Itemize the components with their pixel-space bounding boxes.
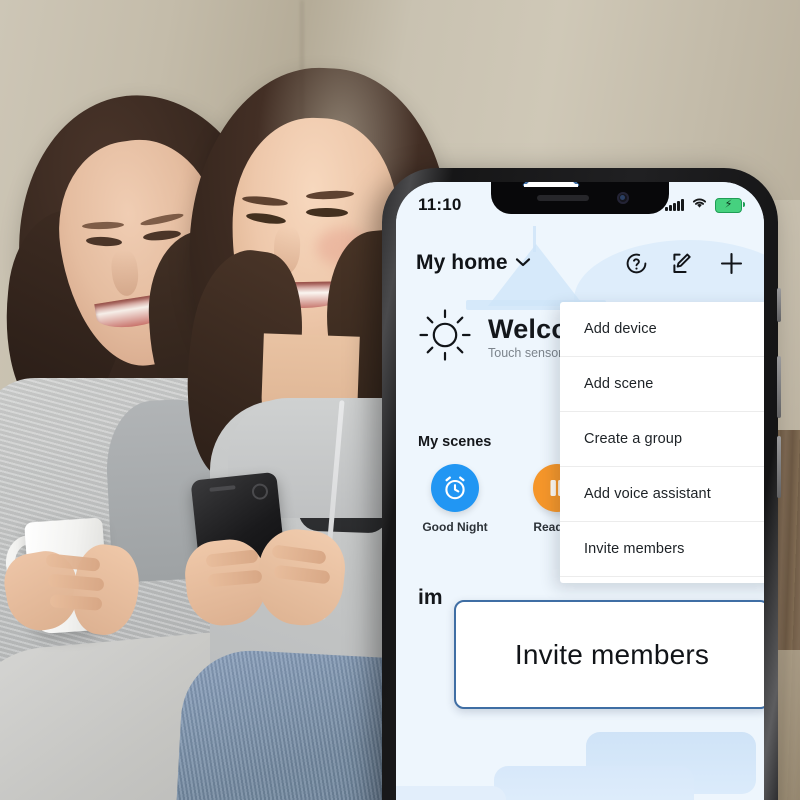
alarm-clock-icon — [431, 464, 479, 512]
sun-icon — [418, 308, 472, 367]
phone-screen: 11:10 ⚡ My home Welcome Touch sensor My … — [396, 182, 764, 800]
decor-card — [396, 786, 506, 800]
occluded-text: im — [418, 586, 443, 609]
phone-mockup: 11:10 ⚡ My home Welcome Touch sensor My … — [382, 168, 781, 800]
battery-charging-icon: ⚡ — [715, 197, 745, 213]
decor-card — [494, 766, 694, 800]
help-circle-icon[interactable] — [625, 252, 648, 275]
chevron-down-icon — [515, 254, 531, 272]
status-indicators: ⚡ — [665, 196, 745, 214]
home-selector[interactable]: My home — [416, 251, 531, 275]
app-header: My home — [396, 240, 764, 286]
menu-item-add-scene[interactable]: Add scene — [560, 357, 764, 412]
menu-item-add-device[interactable]: Add device — [560, 302, 764, 357]
wifi-icon — [691, 196, 708, 214]
overflow-menu: Add device Add scene Create a group Add … — [560, 302, 764, 583]
home-name-label: My home — [416, 251, 508, 274]
status-bar: 11:10 ⚡ — [396, 182, 764, 228]
scene-item-good-night[interactable]: Good Night — [418, 464, 492, 534]
callout-tooltip: Invite members — [454, 600, 764, 709]
menu-item-invite-members[interactable]: Invite members — [560, 522, 764, 577]
app-screen: 11:10 ⚡ My home Welcome Touch sensor My … — [396, 182, 764, 800]
plus-icon[interactable] — [719, 251, 744, 276]
screenshot-stage: 11:10 ⚡ My home Welcome Touch sensor My … — [0, 0, 800, 800]
status-time: 11:10 — [418, 195, 462, 214]
callout-text: Invite members — [514, 638, 710, 670]
header-actions — [625, 251, 744, 276]
scene-label: Good Night — [422, 520, 488, 534]
menu-item-add-voice-assistant[interactable]: Add voice assistant — [560, 467, 764, 522]
menu-item-create-a-group[interactable]: Create a group — [560, 412, 764, 467]
scan-edit-icon[interactable] — [672, 252, 695, 275]
cellular-signal-icon — [665, 199, 684, 211]
